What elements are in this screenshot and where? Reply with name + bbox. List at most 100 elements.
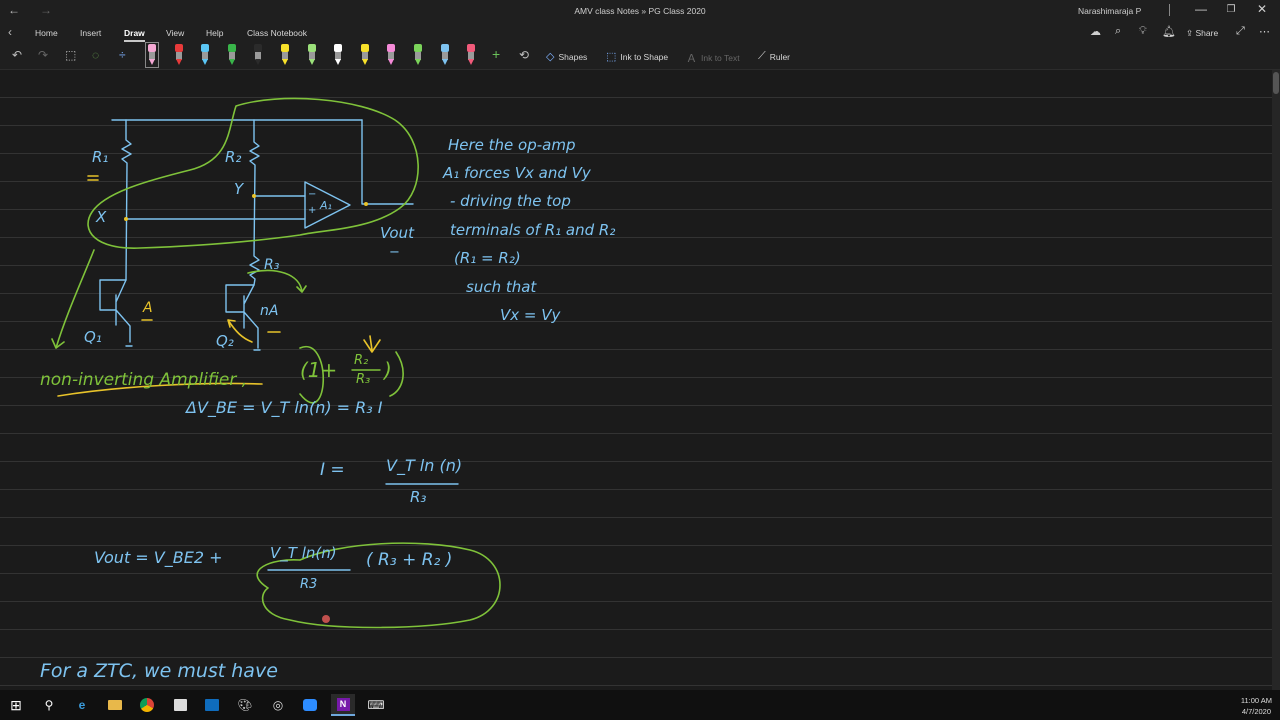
- eraser-icon[interactable]: ◌: [92, 48, 99, 62]
- sync-icon[interactable]: ☁: [1090, 25, 1101, 38]
- shapes-icon: ◇: [546, 51, 555, 63]
- equation-vout-numerator: V_T ln(n): [270, 544, 337, 562]
- gain-denominator: R₃: [356, 372, 371, 387]
- opamp-minus: −: [308, 189, 317, 200]
- ink-to-shape-label: Ink to Shape: [620, 51, 669, 62]
- ink-replay-icon[interactable]: ⟲: [519, 48, 529, 62]
- add-pen-icon[interactable]: +: [492, 46, 500, 62]
- ruler-button[interactable]: ⟋ Ruler: [758, 50, 790, 63]
- label-y: Y: [234, 180, 244, 198]
- notebook-back-icon[interactable]: ‹: [8, 25, 12, 39]
- add-space-icon[interactable]: ÷: [119, 48, 126, 62]
- equation-i-left: I =: [320, 460, 345, 480]
- side-line: (R₁ = R₂): [454, 249, 521, 267]
- label-q1: Q₁: [84, 328, 102, 346]
- outlook-icon[interactable]: [200, 694, 224, 716]
- gain-close: ): [384, 358, 392, 382]
- tab-view[interactable]: View: [166, 28, 184, 38]
- tab-insert[interactable]: Insert: [80, 28, 101, 38]
- label-x: X: [96, 208, 107, 226]
- gain-numerator: R₂: [354, 353, 369, 368]
- pen-13[interactable]: [466, 44, 476, 66]
- gain-open: (1+: [300, 358, 338, 382]
- side-line: Vx = Vy: [500, 306, 561, 324]
- redo-icon[interactable]: ↷: [38, 48, 48, 62]
- onenote-icon[interactable]: N: [331, 694, 355, 716]
- tab-home[interactable]: Home: [35, 28, 58, 38]
- equation-i-denominator: R₃: [410, 488, 427, 506]
- title-bar: ← → AMV class Notes » PG Class 2020 Nara…: [0, 0, 1280, 22]
- user-name[interactable]: Narashimaraja P: [1078, 6, 1141, 16]
- media-icon[interactable]: ◎: [266, 694, 290, 716]
- expand-icon[interactable]: ⤢: [1236, 25, 1245, 38]
- opamp-plus: +: [308, 205, 317, 216]
- shapes-label: Shapes: [558, 51, 588, 62]
- pen-4[interactable]: [227, 44, 237, 66]
- minimize-icon[interactable]: —: [1192, 2, 1210, 16]
- ink-to-text-icon: Ａ: [686, 53, 697, 65]
- side-line: terminals of R₁ and R₂: [450, 221, 616, 239]
- close-icon[interactable]: ✕: [1253, 2, 1271, 16]
- zoom-icon[interactable]: [298, 694, 322, 716]
- pen-8[interactable]: [333, 44, 343, 66]
- vertical-scrollbar[interactable]: [1272, 70, 1280, 690]
- label-q2: Q₂: [216, 332, 234, 350]
- bell-icon[interactable]: 🔔︎: [1162, 25, 1176, 38]
- bottom-note: For a ZTC, we must have: [40, 660, 278, 682]
- tab-class-notebook[interactable]: Class Notebook: [247, 28, 307, 38]
- lightbulb-icon[interactable]: 💡︎: [1139, 25, 1147, 38]
- share-button[interactable]: ⇪ Share: [1186, 28, 1218, 39]
- pen-1[interactable]: [145, 42, 159, 68]
- restore-icon[interactable]: ❐: [1222, 4, 1240, 15]
- system-clock[interactable]: 11:00 AM 4/7/2020: [1241, 695, 1272, 717]
- ruler-icon: ⟋: [758, 50, 766, 62]
- pen-3[interactable]: [200, 44, 210, 66]
- side-line: such that: [466, 278, 537, 296]
- pen-7[interactable]: [307, 44, 317, 66]
- ink-to-text-button[interactable]: Ａ Ink to Text: [686, 50, 740, 66]
- edge-icon[interactable]: e: [70, 694, 94, 716]
- scrollbar-thumb[interactable]: [1273, 72, 1279, 94]
- search-icon[interactable]: ⚲: [37, 694, 61, 716]
- side-line: Here the op-amp: [448, 136, 576, 154]
- search-icon[interactable]: ⌕: [1115, 25, 1121, 38]
- equation-vout-right: ( R₃ + R₂ ): [366, 550, 453, 570]
- pen-9[interactable]: [360, 44, 370, 66]
- pen-5[interactable]: [253, 44, 263, 66]
- share-label: Share: [1195, 28, 1219, 38]
- chrome-icon[interactable]: [135, 694, 159, 716]
- vout-minus: −: [389, 245, 400, 260]
- clock-date: 4/7/2020: [1241, 707, 1272, 716]
- shapes-button[interactable]: ◇ Shapes: [546, 50, 587, 63]
- file-explorer-icon[interactable]: [103, 694, 127, 716]
- pen-12[interactable]: [440, 44, 450, 66]
- ruler-label: Ruler: [769, 51, 791, 62]
- label-a: A: [143, 300, 153, 316]
- store-icon[interactable]: [168, 694, 192, 716]
- tab-help[interactable]: Help: [206, 28, 223, 38]
- note-canvas[interactable]: R₁ R₂ X Y A₁ − + R₃ Q₁ Q₂ A nA Vout − He…: [0, 70, 1280, 690]
- undo-icon[interactable]: ↶: [12, 48, 22, 62]
- tab-draw[interactable]: Draw: [124, 28, 145, 42]
- draw-ribbon: ↶ ↷ ⬚ ◌ ÷ + ⟲ ◇ Shapes ⬚ Ink to Shape Ａ Ink…: [0, 42, 1280, 70]
- clock-time: 11:00 AM: [1240, 696, 1272, 705]
- app-icon[interactable]: ⌨: [364, 694, 388, 716]
- label-vout: Vout: [380, 224, 414, 242]
- pen-11[interactable]: [413, 44, 423, 66]
- side-line: - driving the top: [450, 192, 571, 210]
- pen-6[interactable]: [280, 44, 290, 66]
- ink-to-shape-button[interactable]: ⬚ Ink to Shape: [606, 50, 668, 63]
- label-r1: R₁: [92, 148, 109, 166]
- ink-to-text-label: Ink to Text: [701, 53, 740, 63]
- side-line: A₁ forces Vx and Vy: [443, 164, 591, 182]
- start-icon[interactable]: ⊞: [4, 694, 28, 716]
- pen-2[interactable]: [174, 44, 184, 66]
- label-na: nA: [260, 303, 279, 319]
- lasso-select-icon[interactable]: ⬚: [65, 48, 76, 62]
- more-icon[interactable]: ⋯: [1259, 25, 1270, 38]
- pen-10[interactable]: [386, 44, 396, 66]
- label-a1: A₁: [320, 199, 332, 212]
- paint-icon[interactable]: 🎨︎: [233, 694, 257, 716]
- label-r3: R₃: [264, 257, 280, 273]
- label-r2: R₂: [225, 148, 242, 166]
